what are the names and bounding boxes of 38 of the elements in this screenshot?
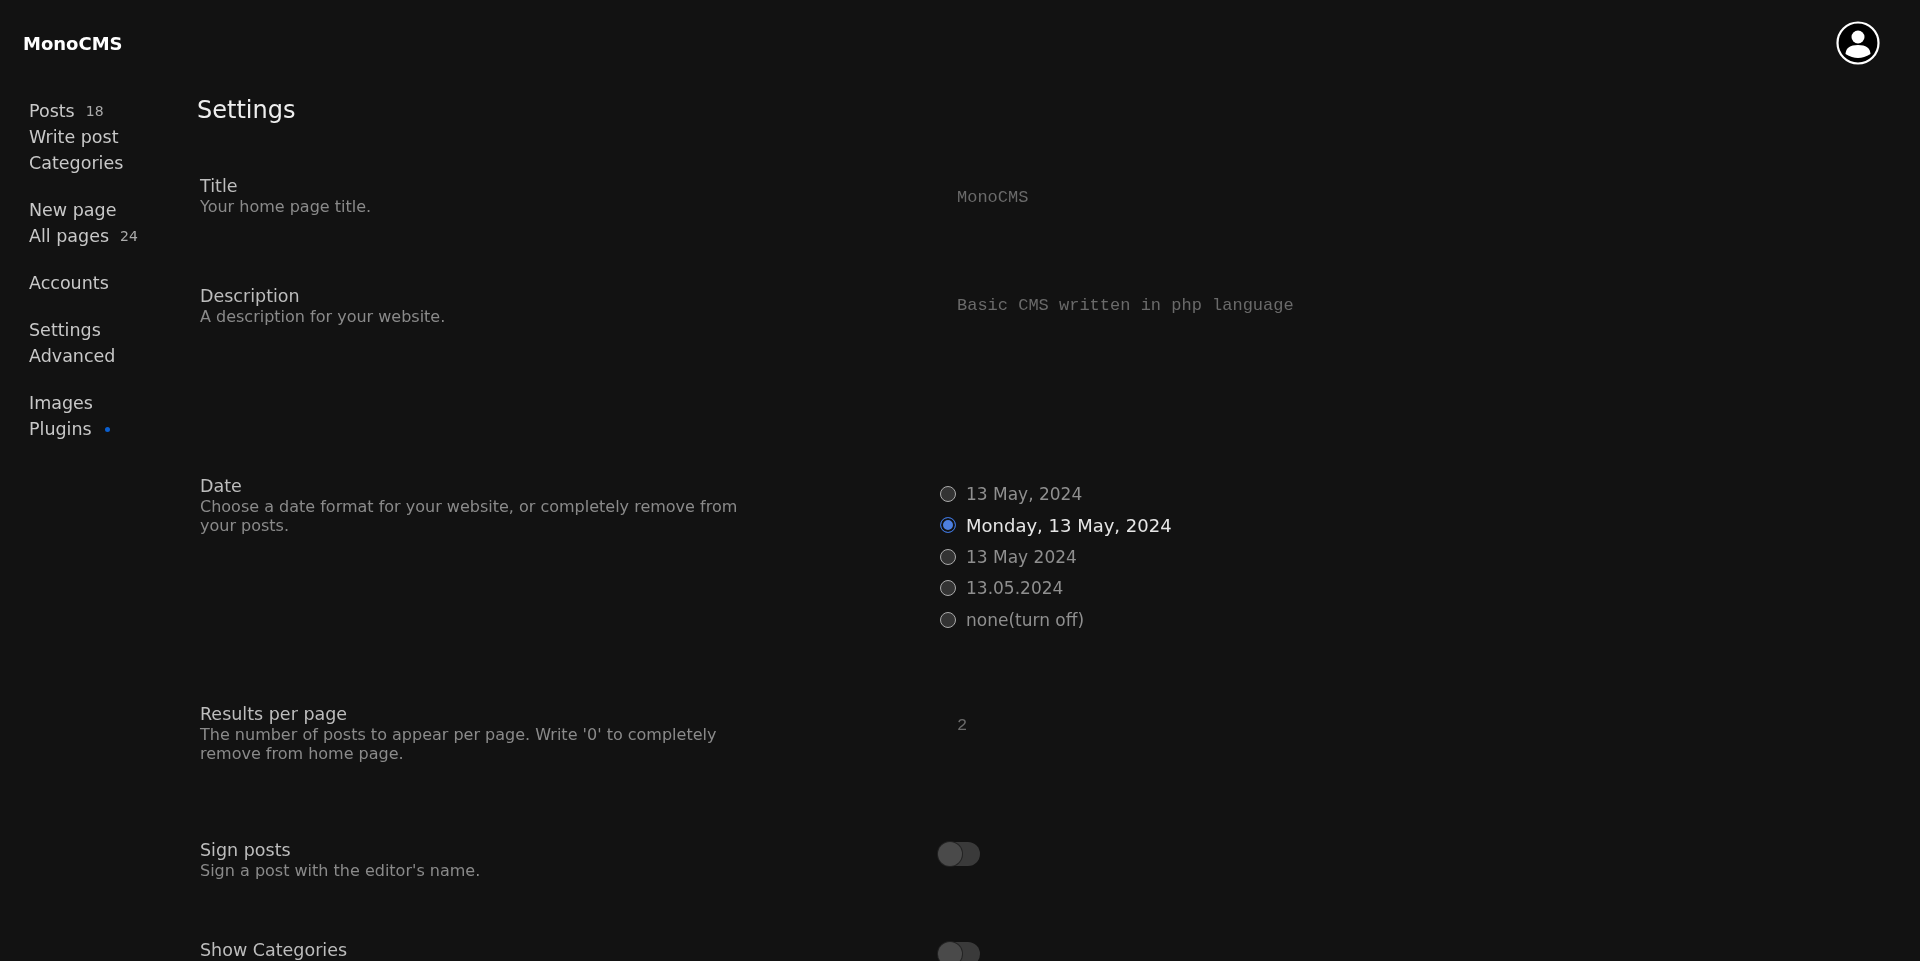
setting-label: Sign posts xyxy=(200,840,291,860)
setting-label: Results per page xyxy=(200,704,348,724)
setting-description: A description for your website. xyxy=(200,307,447,326)
sidebar-link[interactable]: Categories xyxy=(29,153,124,173)
toggle-switch[interactable] xyxy=(938,942,980,961)
sidebar-link[interactable]: Posts xyxy=(29,101,75,121)
setting-label: Description xyxy=(200,286,300,306)
option-label[interactable]: none(turn off) xyxy=(966,609,1085,630)
brand-logo-text[interactable]: MonoCMS xyxy=(23,32,123,54)
option-label[interactable]: 13 May 2024 xyxy=(966,546,1077,567)
radio-button[interactable] xyxy=(940,548,956,565)
radio-button[interactable] xyxy=(940,580,956,597)
setting-label: Show Categories xyxy=(200,940,348,960)
sidebar-link[interactable]: New page xyxy=(29,200,117,220)
setting-label: Date xyxy=(200,476,242,496)
option-label[interactable]: 13 May, 2024 xyxy=(966,483,1083,504)
sidebar-link[interactable]: Accounts xyxy=(29,273,109,293)
setting-description: The number of posts to appear per page. Write '0' to completely remove from home page. xyxy=(200,725,718,763)
sidebar-link[interactable]: All pages xyxy=(29,226,110,246)
sidebar-link[interactable]: Images xyxy=(29,393,93,413)
option-label[interactable]: 13.05.2024 xyxy=(966,578,1064,599)
page-title: Settings xyxy=(197,96,297,124)
user-avatar-icon[interactable] xyxy=(1836,21,1880,65)
setting-label: Title xyxy=(200,176,238,196)
item-count: 18 xyxy=(85,103,104,119)
setting-description: Choose a date format for your website, or completely remove from your posts. xyxy=(200,497,739,535)
setting-description: Sign a post with the editor's name. xyxy=(200,861,482,880)
sidebar-link[interactable]: Write post xyxy=(29,127,119,147)
sidebar-link[interactable]: Advanced xyxy=(29,346,116,366)
item-count: 24 xyxy=(120,228,138,244)
radio-button[interactable] xyxy=(940,517,956,534)
sidebar-link[interactable]: Plugins xyxy=(29,419,92,439)
radio-button[interactable] xyxy=(940,611,956,628)
setting-description: Your home page title. xyxy=(200,197,373,216)
option-label[interactable]: Monday, 13 May, 2024 xyxy=(966,514,1172,536)
toggle-switch[interactable] xyxy=(938,842,980,866)
sidebar-link[interactable]: Settings xyxy=(29,320,101,340)
radio-button[interactable] xyxy=(940,485,956,502)
